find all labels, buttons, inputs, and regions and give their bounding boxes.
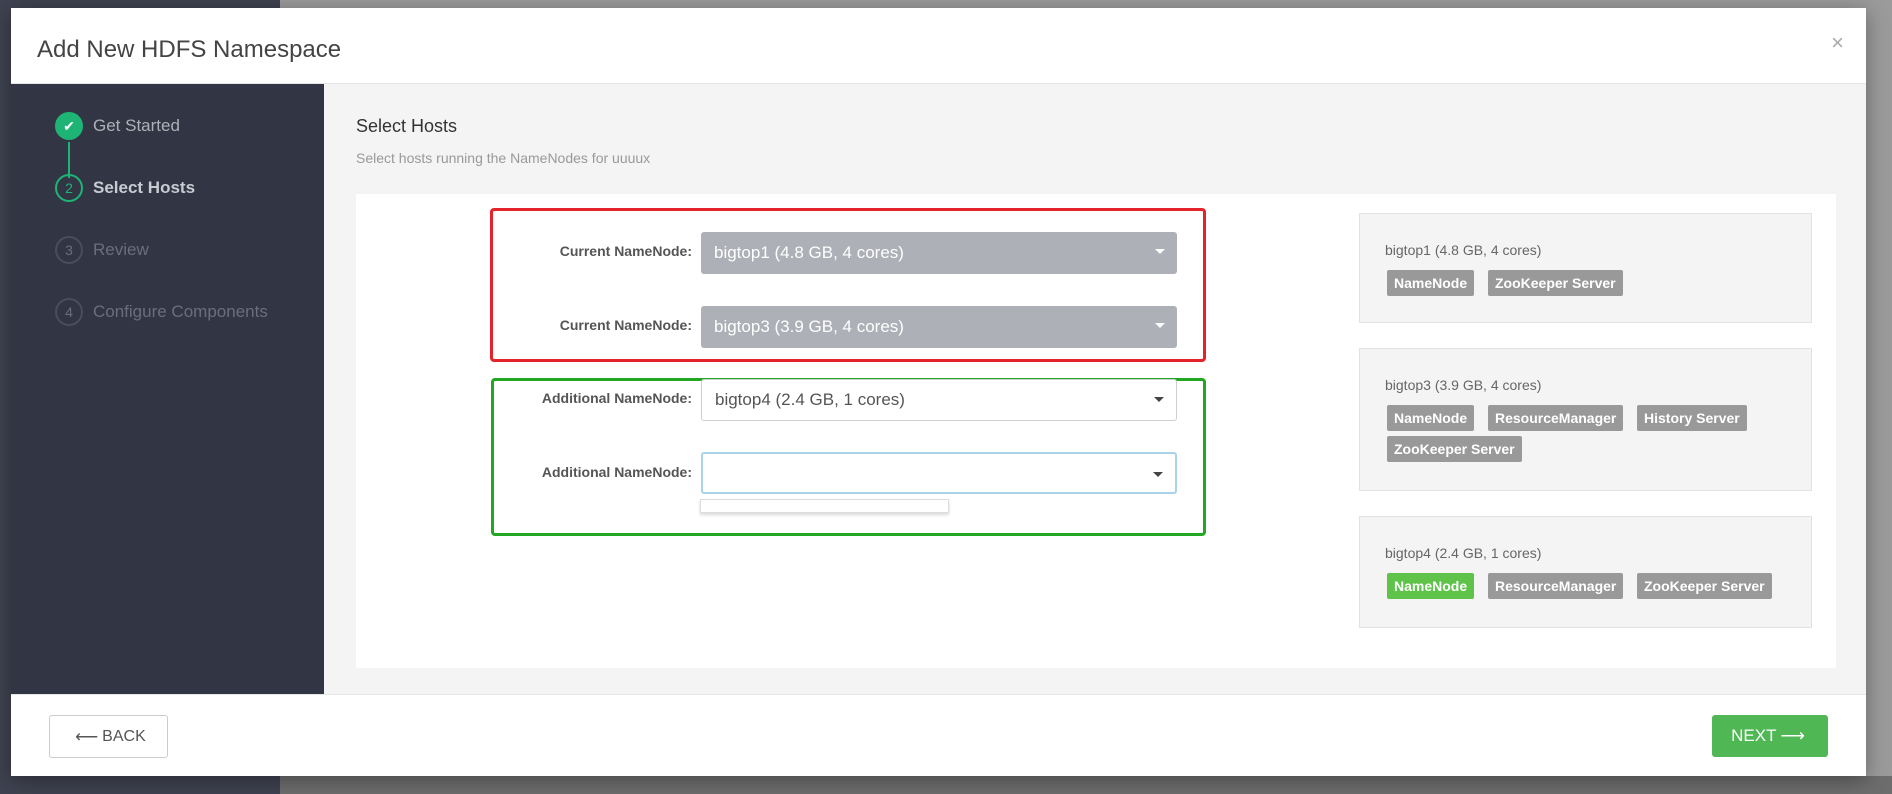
component-tag: ResourceManager bbox=[1488, 573, 1624, 599]
arrow-right-icon: ⟶ bbox=[1780, 726, 1805, 745]
modal-header: Add New HDFS Namespace × bbox=[11, 8, 1866, 84]
select-hosts-panel: Current NameNode: bigtop1 (4.8 GB, 4 cor… bbox=[356, 194, 1836, 668]
component-tag: NameNode bbox=[1387, 270, 1475, 296]
host-card-bigtop1: bigtop1 (4.8 GB, 4 cores) NameNode ZooKe… bbox=[1359, 213, 1812, 323]
close-icon[interactable]: × bbox=[1831, 32, 1844, 54]
step-configure-components: 4 Configure Components bbox=[55, 298, 268, 326]
step-number: 3 bbox=[55, 236, 83, 264]
chevron-down-icon bbox=[1155, 323, 1165, 328]
check-icon: ✔ bbox=[55, 112, 83, 140]
wizard-modal: Add New HDFS Namespace × ✔ Get Started 2… bbox=[11, 8, 1866, 776]
host-card-bigtop3: bigtop3 (3.9 GB, 4 cores) NameNode Resou… bbox=[1359, 348, 1812, 491]
wizard-steps-sidebar: ✔ Get Started 2 Select Hosts 3 Review 4 … bbox=[11, 84, 324, 694]
component-tag: ZooKeeper Server bbox=[1387, 436, 1522, 462]
select-value: bigtop1 (4.8 GB, 4 cores) bbox=[714, 243, 904, 262]
additional-namenode-select-2[interactable] bbox=[701, 452, 1177, 494]
component-tag-highlighted: NameNode bbox=[1387, 573, 1475, 599]
step-label: Configure Components bbox=[93, 302, 268, 321]
host-name: bigtop1 (4.8 GB, 4 cores) bbox=[1385, 242, 1542, 258]
step-connector bbox=[68, 142, 70, 178]
step-select-hosts[interactable]: 2 Select Hosts bbox=[55, 174, 195, 202]
step-label: Select Hosts bbox=[93, 178, 196, 197]
back-button-label: BACK bbox=[102, 727, 146, 745]
host-name: bigtop3 (3.9 GB, 4 cores) bbox=[1385, 377, 1542, 393]
current-namenode-label: Current NameNode: bbox=[559, 317, 692, 333]
step-review: 3 Review bbox=[55, 236, 149, 264]
additional-namenode-label: Additional NameNode: bbox=[541, 464, 692, 480]
step-number: 2 bbox=[55, 174, 83, 202]
component-tag: ResourceManager bbox=[1488, 405, 1624, 431]
step-number: 4 bbox=[55, 298, 83, 326]
step-label: Review bbox=[93, 240, 149, 259]
select-value: bigtop4 (2.4 GB, 1 cores) bbox=[715, 390, 905, 409]
step-label: Get Started bbox=[93, 116, 180, 135]
modal-footer: ⟵ BACK NEXT ⟶ bbox=[11, 694, 1866, 776]
current-namenode-label: Current NameNode: bbox=[559, 243, 692, 259]
component-tag: ZooKeeper Server bbox=[1637, 573, 1772, 599]
back-button[interactable]: ⟵ BACK bbox=[49, 715, 168, 758]
arrow-left-icon: ⟵ bbox=[75, 728, 99, 746]
next-button-label: NEXT bbox=[1731, 726, 1777, 745]
section-title: Select Hosts bbox=[356, 116, 458, 136]
select-dropdown-menu[interactable] bbox=[700, 499, 949, 513]
host-name: bigtop4 (2.4 GB, 1 cores) bbox=[1385, 545, 1542, 561]
current-namenode-select-2: bigtop3 (3.9 GB, 4 cores) bbox=[701, 306, 1177, 348]
component-tag: ZooKeeper Server bbox=[1488, 270, 1623, 296]
wizard-content: Select Hosts Select hosts running the Na… bbox=[324, 84, 1866, 694]
chevron-down-icon bbox=[1154, 397, 1164, 402]
step-get-started[interactable]: ✔ Get Started bbox=[55, 112, 180, 140]
additional-namenode-select-1[interactable]: bigtop4 (2.4 GB, 1 cores) bbox=[701, 379, 1177, 421]
additional-namenode-label: Additional NameNode: bbox=[541, 390, 692, 406]
current-namenode-select-1: bigtop1 (4.8 GB, 4 cores) bbox=[701, 232, 1177, 274]
chevron-down-icon bbox=[1153, 472, 1163, 477]
background-strip bbox=[280, 776, 1892, 794]
modal-title: Add New HDFS Namespace bbox=[37, 36, 342, 63]
host-card-bigtop4: bigtop4 (2.4 GB, 1 cores) NameNode Resou… bbox=[1359, 516, 1812, 628]
component-tag: NameNode bbox=[1387, 405, 1475, 431]
section-subtitle: Select hosts running the NameNodes for u… bbox=[356, 150, 651, 166]
next-button[interactable]: NEXT ⟶ bbox=[1712, 715, 1828, 757]
component-tag: History Server bbox=[1637, 405, 1747, 431]
select-value: bigtop3 (3.9 GB, 4 cores) bbox=[714, 317, 904, 336]
chevron-down-icon bbox=[1155, 249, 1165, 254]
